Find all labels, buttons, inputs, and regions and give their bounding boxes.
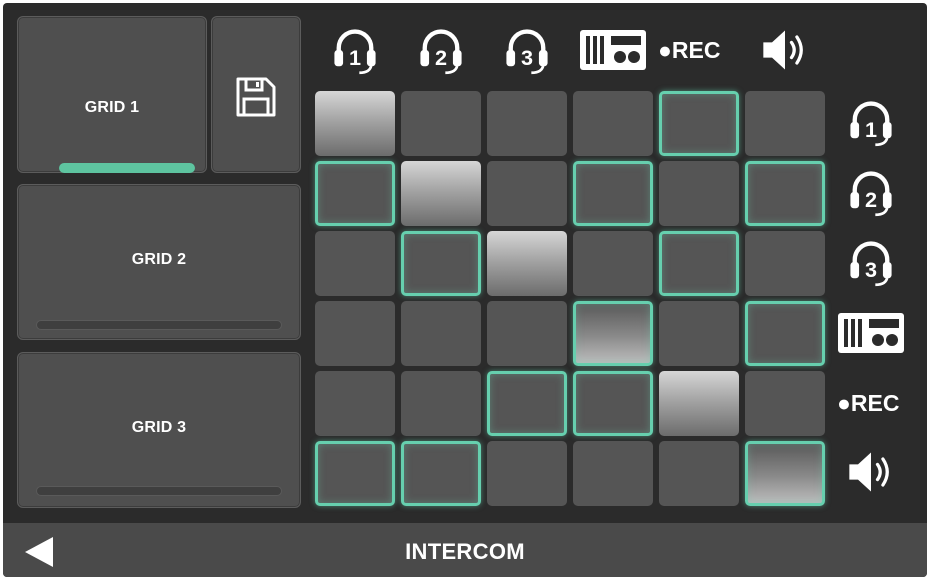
matrix-cell[interactable] bbox=[745, 441, 825, 506]
speaker-icon bbox=[849, 452, 889, 492]
svg-text:2: 2 bbox=[865, 187, 877, 212]
matrix-cell[interactable] bbox=[745, 161, 825, 226]
grid-2-progress-bar bbox=[36, 320, 282, 330]
matrix-cell[interactable] bbox=[573, 441, 653, 506]
matrix-cell[interactable] bbox=[573, 371, 653, 436]
row-header-rec-label: ●REC bbox=[837, 390, 899, 417]
row-header-headset-icon: 3 bbox=[845, 236, 897, 293]
matrix-cell[interactable] bbox=[573, 91, 653, 156]
radio-icon bbox=[580, 30, 646, 70]
col-header-headset-icon: 2 bbox=[415, 24, 467, 81]
grid-3-progress-bar bbox=[36, 486, 282, 496]
grid-1-label: GRID 1 bbox=[84, 99, 140, 116]
matrix-cell[interactable] bbox=[659, 161, 739, 226]
matrix-cell[interactable] bbox=[401, 301, 481, 366]
matrix-cell[interactable] bbox=[487, 91, 567, 156]
rec-label: ●REC bbox=[837, 390, 900, 416]
row-header-speaker-icon bbox=[845, 446, 897, 503]
page-title: INTERCOM bbox=[405, 539, 525, 564]
grid-2-button[interactable]: GRID 2 bbox=[17, 184, 301, 340]
matrix-cell[interactable] bbox=[573, 231, 653, 296]
matrix-cell[interactable] bbox=[487, 371, 567, 436]
col-header-headset-icon: 1 bbox=[329, 24, 381, 81]
matrix-cell[interactable] bbox=[659, 371, 739, 436]
row-header-headset-icon: 1 bbox=[845, 96, 897, 153]
matrix-cell[interactable] bbox=[573, 161, 653, 226]
headset-icon: 2 bbox=[420, 29, 462, 75]
headset-icon: 2 bbox=[850, 171, 892, 217]
matrix-cell[interactable] bbox=[401, 441, 481, 506]
save-button[interactable] bbox=[211, 16, 301, 173]
matrix-cell[interactable] bbox=[315, 301, 395, 366]
svg-text:2: 2 bbox=[435, 45, 447, 70]
col-header-radio-icon bbox=[578, 28, 648, 77]
matrix-cell[interactable] bbox=[487, 441, 567, 506]
matrix-cell[interactable] bbox=[401, 371, 481, 436]
svg-text:3: 3 bbox=[865, 257, 877, 282]
matrix-cell[interactable] bbox=[315, 231, 395, 296]
headset-icon: 1 bbox=[850, 101, 892, 147]
matrix-cell[interactable] bbox=[659, 91, 739, 156]
intercom-screen: GRID 1 GRID 2 GRID 3 1 2 3 ●REC 1 2 3 ●R… bbox=[3, 3, 927, 577]
grid-3-button[interactable]: GRID 3 bbox=[17, 352, 301, 508]
matrix-cell[interactable] bbox=[315, 371, 395, 436]
col-header-speaker-icon bbox=[759, 24, 811, 81]
matrix-cell[interactable] bbox=[659, 441, 739, 506]
headset-icon: 3 bbox=[506, 29, 548, 75]
matrix-cell[interactable] bbox=[401, 91, 481, 156]
col-header-headset-icon: 3 bbox=[501, 24, 553, 81]
matrix-cell[interactable] bbox=[315, 91, 395, 156]
svg-text:1: 1 bbox=[865, 117, 877, 142]
matrix-cell[interactable] bbox=[745, 301, 825, 366]
svg-text:3: 3 bbox=[521, 45, 533, 70]
grid-3-label: GRID 3 bbox=[131, 419, 187, 436]
matrix-cell[interactable] bbox=[315, 441, 395, 506]
matrix-cell[interactable] bbox=[401, 231, 481, 296]
rec-label: ●REC bbox=[658, 37, 721, 63]
grid-1-progress-fill bbox=[59, 163, 195, 173]
footer-bar: INTERCOM bbox=[3, 523, 927, 577]
headset-icon: 1 bbox=[334, 29, 376, 75]
svg-text:1: 1 bbox=[349, 45, 361, 70]
speaker-icon bbox=[763, 30, 803, 70]
matrix-cell[interactable] bbox=[745, 231, 825, 296]
matrix-cell[interactable] bbox=[659, 301, 739, 366]
row-header-headset-icon: 2 bbox=[845, 166, 897, 223]
grid-1-button[interactable]: GRID 1 bbox=[17, 16, 207, 173]
matrix-cell[interactable] bbox=[487, 161, 567, 226]
matrix-cell[interactable] bbox=[573, 301, 653, 366]
matrix-cell[interactable] bbox=[659, 231, 739, 296]
floppy-disk-icon bbox=[236, 77, 276, 117]
matrix-cell[interactable] bbox=[745, 371, 825, 436]
matrix-cell[interactable] bbox=[487, 231, 567, 296]
matrix-cell[interactable] bbox=[487, 301, 567, 366]
matrix-cell[interactable] bbox=[315, 161, 395, 226]
headset-icon: 3 bbox=[850, 241, 892, 287]
matrix-cell[interactable] bbox=[401, 161, 481, 226]
row-header-radio-icon bbox=[836, 311, 906, 360]
grid-2-label: GRID 2 bbox=[131, 251, 187, 268]
matrix-cell[interactable] bbox=[745, 91, 825, 156]
col-header-rec-label: ●REC bbox=[658, 37, 720, 64]
radio-icon bbox=[838, 313, 904, 353]
grid-1-progress-bar bbox=[59, 163, 195, 173]
